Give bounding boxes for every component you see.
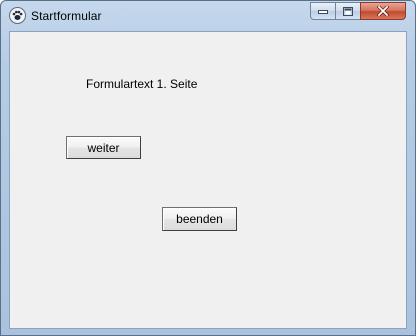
- form-client-area: Formulartext 1. Seite weiter beenden: [9, 31, 407, 329]
- close-button[interactable]: [360, 2, 406, 20]
- maximize-icon: [343, 6, 353, 16]
- close-icon: [377, 6, 389, 16]
- beenden-button[interactable]: beenden: [162, 207, 237, 231]
- minimize-button[interactable]: [310, 2, 336, 20]
- form-text-label: Formulartext 1. Seite: [86, 77, 198, 91]
- maximize-button[interactable]: [335, 2, 361, 20]
- weiter-button[interactable]: weiter: [66, 136, 141, 159]
- paw-icon[interactable]: [9, 7, 26, 24]
- main-window: Startformular Formulartext 1. Seite weit…: [0, 0, 416, 336]
- title-bar[interactable]: Startformular: [1, 1, 415, 31]
- window-title: Startformular: [31, 9, 102, 23]
- minimize-icon: [318, 10, 328, 14]
